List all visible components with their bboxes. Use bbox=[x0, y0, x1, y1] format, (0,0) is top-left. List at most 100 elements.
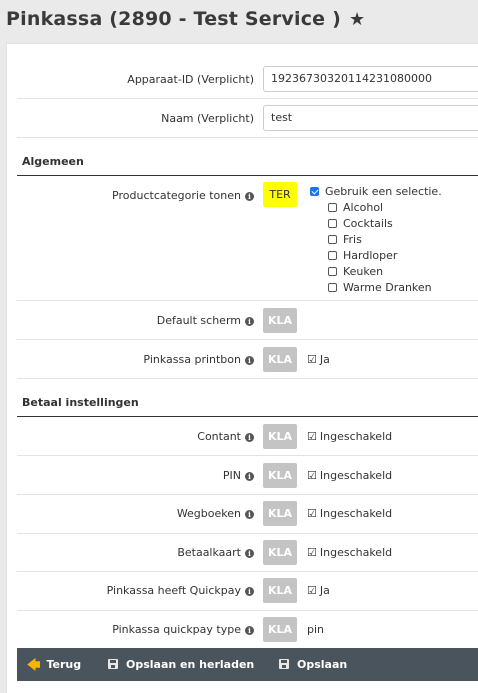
quickpay-type-label: Pinkassa quickpay type i bbox=[112, 623, 254, 636]
checkbox-checked[interactable] bbox=[310, 187, 319, 196]
kla-badge[interactable]: KLA bbox=[263, 463, 297, 488]
wegboeken-value-text: Ingeschakeld bbox=[319, 507, 393, 520]
divider bbox=[17, 533, 478, 534]
contant-value-text: Ingeschakeld bbox=[319, 430, 393, 443]
save-reload-button[interactable]: Opslaan en herladen bbox=[108, 648, 254, 681]
kla-badge[interactable]: KLA bbox=[263, 540, 297, 565]
divider bbox=[17, 137, 478, 138]
device-id-label: Apparaat-ID (Verplicht) bbox=[127, 73, 254, 86]
kla-badge[interactable]: KLA bbox=[263, 617, 297, 642]
info-icon[interactable]: i bbox=[245, 510, 254, 519]
divider bbox=[17, 300, 478, 301]
default-screen-label: Default scherm i bbox=[157, 314, 254, 327]
save-icon bbox=[108, 659, 118, 669]
info-icon[interactable]: i bbox=[245, 433, 254, 442]
contant-value: ☑ Ingeschakeld bbox=[307, 430, 392, 443]
check-square-icon: ☑ bbox=[307, 546, 317, 559]
name-label: Naam (Verplicht) bbox=[161, 112, 254, 125]
section-divider bbox=[17, 175, 478, 176]
name-input[interactable]: test bbox=[263, 105, 478, 131]
option-alcohol[interactable]: Alcohol bbox=[328, 201, 383, 214]
info-icon[interactable]: i bbox=[245, 317, 254, 326]
quickpay-label-text: Pinkassa heeft Quickpay bbox=[106, 584, 241, 597]
star-icon[interactable]: ★ bbox=[349, 9, 365, 30]
info-icon[interactable]: i bbox=[245, 549, 254, 558]
checkbox[interactable] bbox=[328, 203, 337, 212]
save-icon bbox=[279, 659, 289, 669]
divider bbox=[17, 571, 478, 572]
checkbox[interactable] bbox=[328, 251, 337, 260]
option-label: Fris bbox=[343, 233, 362, 246]
back-label: Terug bbox=[46, 658, 82, 671]
option-warme-dranken[interactable]: Warme Dranken bbox=[328, 281, 432, 294]
kla-badge[interactable]: KLA bbox=[263, 308, 297, 333]
option-label: Warme Dranken bbox=[343, 281, 432, 294]
product-category-label: Productcategorie tonen i bbox=[112, 189, 254, 202]
ter-badge[interactable]: TER bbox=[263, 182, 297, 207]
kla-badge[interactable]: KLA bbox=[263, 578, 297, 603]
section-divider bbox=[17, 416, 478, 417]
kla-badge[interactable]: KLA bbox=[263, 424, 297, 449]
option-label: Cocktails bbox=[343, 217, 393, 230]
option-label: Hardloper bbox=[343, 249, 398, 262]
option-keuken[interactable]: Keuken bbox=[328, 265, 383, 278]
device-id-input[interactable]: 19236730320114231080000 bbox=[263, 66, 478, 92]
printbon-value: ☑ Ja bbox=[307, 353, 330, 366]
contant-label: Contant i bbox=[197, 430, 254, 443]
use-selection-checkbox[interactable]: Gebruik een selectie. bbox=[310, 185, 442, 198]
quickpay-type-value: pin bbox=[307, 623, 325, 636]
arrow-left-icon: 🡄 bbox=[27, 658, 41, 673]
info-icon[interactable]: i bbox=[245, 626, 254, 635]
quickpay-label: Pinkassa heeft Quickpay i bbox=[107, 584, 254, 597]
option-label: Alcohol bbox=[343, 201, 384, 214]
save-button[interactable]: Opslaan bbox=[279, 648, 347, 681]
divider bbox=[17, 494, 478, 495]
info-icon[interactable]: i bbox=[245, 192, 254, 201]
pin-label-text: PIN bbox=[222, 469, 241, 482]
pin-value-text: Ingeschakeld bbox=[319, 469, 393, 482]
check-square-icon: ☑ bbox=[307, 430, 317, 443]
option-hardloper[interactable]: Hardloper bbox=[328, 249, 397, 262]
back-button[interactable]: 🡄 Terug bbox=[27, 648, 81, 681]
printbon-label-text: Pinkassa printbon bbox=[143, 353, 241, 366]
checkbox[interactable] bbox=[328, 267, 337, 276]
divider bbox=[17, 339, 478, 340]
quickpay-value-text: Ja bbox=[319, 584, 330, 597]
info-icon[interactable]: i bbox=[245, 587, 254, 596]
kla-badge[interactable]: KLA bbox=[263, 347, 297, 372]
checkbox[interactable] bbox=[328, 235, 337, 244]
checkbox[interactable] bbox=[328, 283, 337, 292]
use-selection-label: Gebruik een selectie. bbox=[325, 185, 442, 198]
pin-label: PIN i bbox=[223, 469, 254, 482]
check-square-icon: ☑ bbox=[307, 584, 317, 597]
settings-panel: Apparaat-ID (Verplicht) 1923673032011423… bbox=[6, 43, 478, 693]
option-cocktails[interactable]: Cocktails bbox=[328, 217, 393, 230]
option-label: Keuken bbox=[343, 265, 384, 278]
page-title-text: Pinkassa (2890 - Test Service ) bbox=[6, 8, 341, 30]
wegboeken-label: Wegboeken i bbox=[177, 507, 254, 520]
divider bbox=[17, 455, 478, 456]
printbon-label: Pinkassa printbon i bbox=[143, 353, 254, 366]
betaalkaart-label: Betaalkaart i bbox=[177, 546, 254, 559]
check-square-icon: ☑ bbox=[307, 353, 317, 366]
save-label: Opslaan bbox=[297, 658, 348, 671]
contant-label-text: Contant bbox=[197, 430, 241, 443]
checkbox[interactable] bbox=[328, 219, 337, 228]
info-icon[interactable]: i bbox=[245, 472, 254, 481]
wegboeken-label-text: Wegboeken bbox=[176, 507, 241, 520]
kla-badge[interactable]: KLA bbox=[263, 501, 297, 526]
product-category-label-text: Productcategorie tonen bbox=[112, 189, 241, 202]
quickpay-type-label-text: Pinkassa quickpay type bbox=[112, 623, 241, 636]
default-screen-label-text: Default scherm bbox=[156, 314, 241, 327]
divider bbox=[17, 378, 478, 379]
option-fris[interactable]: Fris bbox=[328, 233, 362, 246]
betaalkaart-label-text: Betaalkaart bbox=[177, 546, 241, 559]
action-bar: 🡄 Terug Opslaan en herladen Opslaan bbox=[17, 648, 478, 681]
divider bbox=[17, 610, 478, 611]
info-icon[interactable]: i bbox=[245, 356, 254, 365]
printbon-value-text: Ja bbox=[319, 353, 330, 366]
quickpay-value: ☑ Ja bbox=[307, 584, 330, 597]
divider bbox=[17, 98, 478, 99]
betaalkaart-value: ☑ Ingeschakeld bbox=[307, 546, 392, 559]
section-title-payment: Betaal instellingen bbox=[22, 396, 139, 409]
